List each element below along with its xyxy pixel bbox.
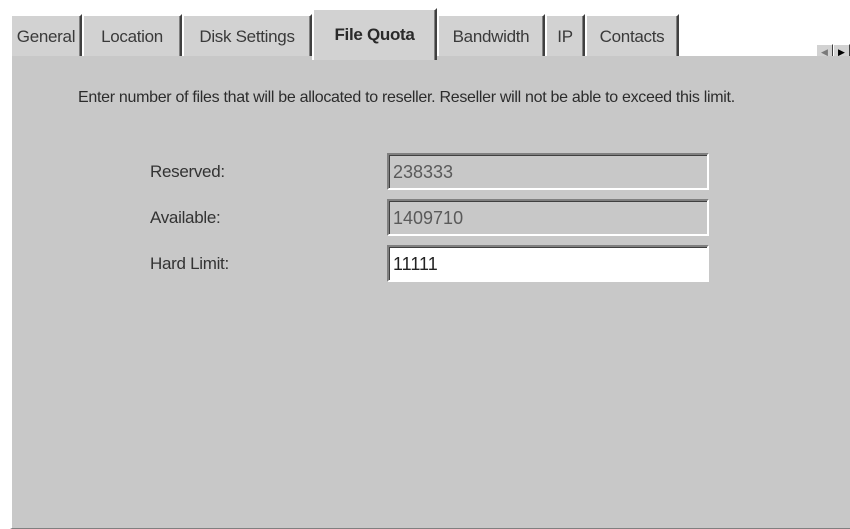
- file-quota-description: Enter number of files that will be alloc…: [78, 89, 735, 106]
- reserved-label: Reserved:: [150, 162, 225, 181]
- tab-disk-settings[interactable]: Disk Settings: [182, 14, 312, 58]
- hard-limit-field[interactable]: [387, 245, 709, 282]
- tab-general[interactable]: General: [10, 14, 82, 58]
- reserved-field: [387, 153, 709, 190]
- available-field: [387, 199, 709, 236]
- file-quota-panel: Enter number of files that will be alloc…: [10, 56, 850, 529]
- tab-file-quota[interactable]: File Quota: [312, 8, 437, 60]
- tab-bandwidth[interactable]: Bandwidth: [437, 14, 545, 58]
- available-label: Available:: [150, 208, 221, 227]
- tab-contacts[interactable]: Contacts: [585, 14, 679, 58]
- tab-location[interactable]: Location: [82, 14, 182, 58]
- tab-ip[interactable]: IP: [545, 14, 585, 58]
- reseller-properties-window: General Location Disk Settings File Quot…: [0, 0, 850, 529]
- hard-limit-label: Hard Limit:: [150, 254, 229, 273]
- tab-strip: General Location Disk Settings File Quot…: [10, 8, 850, 61]
